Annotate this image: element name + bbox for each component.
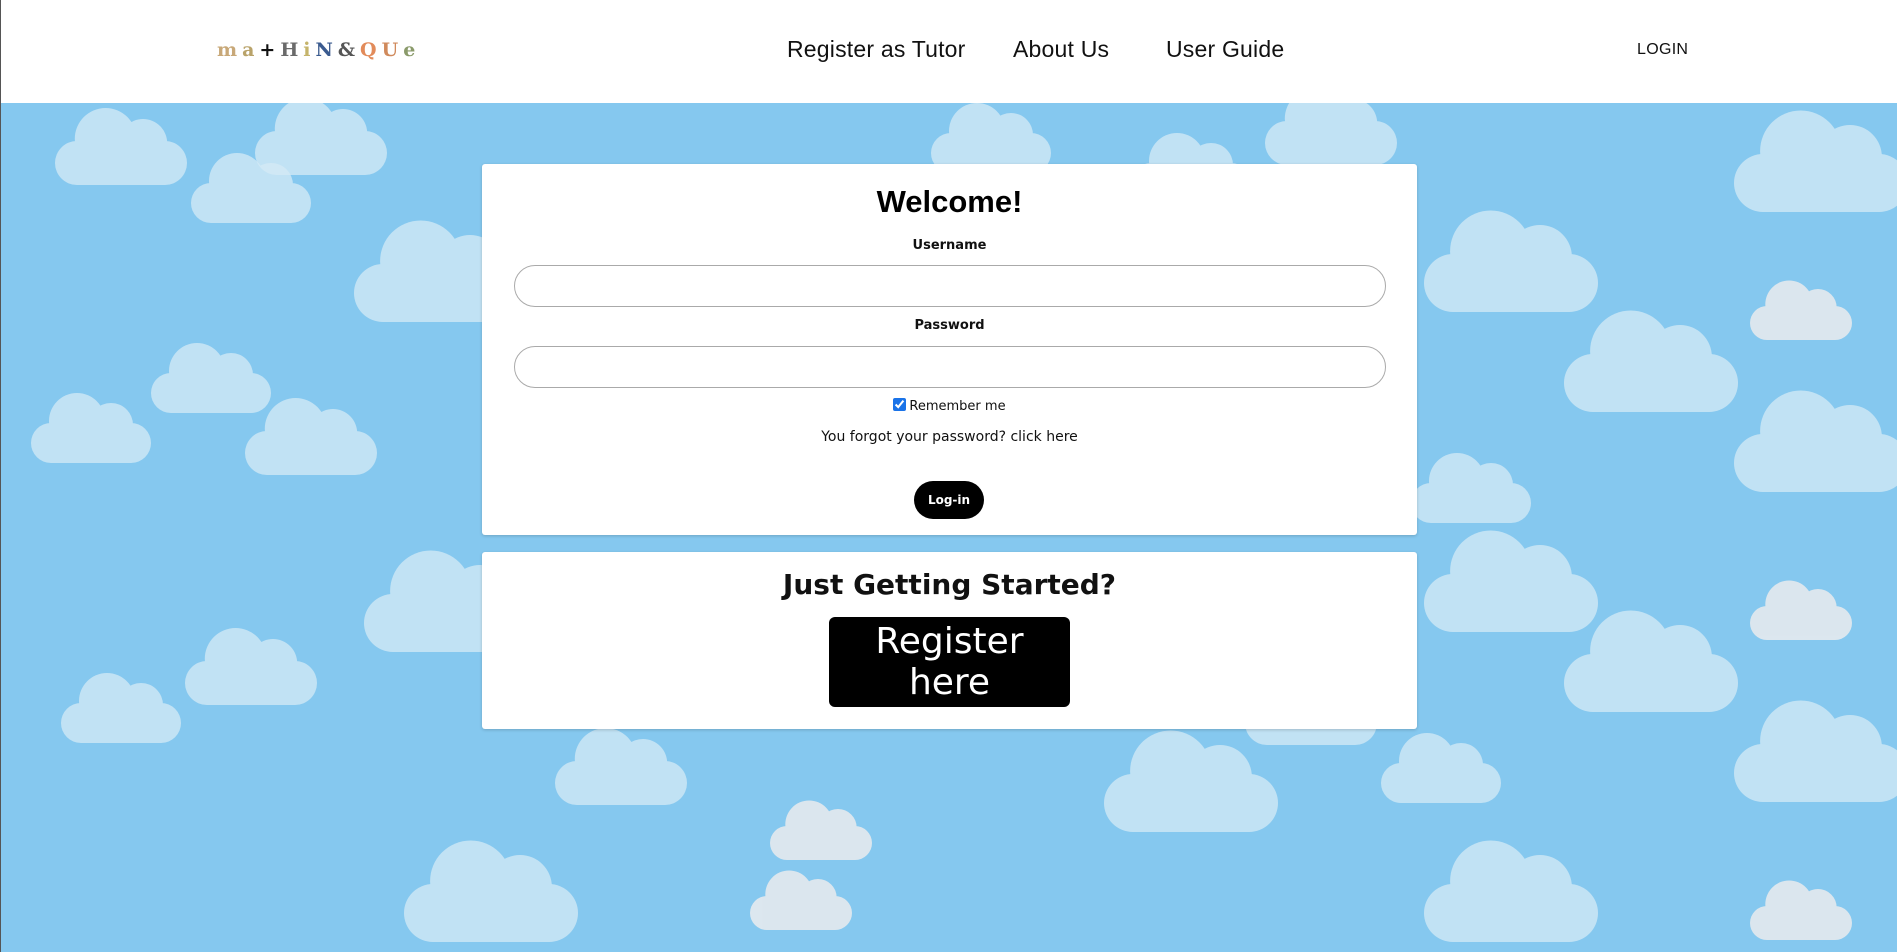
- cloud: [191, 153, 311, 223]
- site-header: m a + Hi N & Q Ue Register as Tutor About Us Us…: [0, 0, 1897, 103]
- remember-me-row: Remember me: [482, 398, 1417, 414]
- cloud: [1734, 390, 1897, 492]
- username-label: Username: [912, 238, 987, 253]
- welcome-heading: Welcome!: [876, 184, 1023, 219]
- nav-register-tutor[interactable]: Register as Tutor: [787, 36, 966, 63]
- cloud: [555, 728, 687, 805]
- register-button[interactable]: Register here: [829, 617, 1070, 707]
- remember-me-checkbox[interactable]: [893, 398, 907, 411]
- nav-user-guide[interactable]: User Guide: [1166, 36, 1284, 63]
- cloud: [185, 628, 317, 705]
- cloud: [61, 673, 181, 743]
- cloud: [1750, 880, 1852, 940]
- getting-started-heading: Just Getting Started?: [782, 568, 1117, 601]
- cloud: [245, 398, 377, 475]
- cloud: [1734, 700, 1897, 802]
- username-input[interactable]: [514, 265, 1386, 307]
- forgot-password-link[interactable]: You forgot your password? click here: [821, 429, 1078, 445]
- password-label: Password: [914, 318, 985, 333]
- remember-me-label[interactable]: Remember me: [909, 399, 1005, 414]
- nav-about-us[interactable]: About Us: [1013, 36, 1109, 63]
- main-nav: Register as Tutor About Us User Guide: [1, 36, 1897, 66]
- cloud: [750, 870, 852, 930]
- cloud: [1104, 730, 1278, 832]
- cloud: [55, 108, 187, 185]
- cloud: [1750, 280, 1852, 340]
- cloud: [1424, 840, 1598, 942]
- cloud: [1411, 453, 1531, 523]
- cloud: [1424, 530, 1598, 632]
- cloud: [404, 840, 578, 942]
- cloud: [1734, 110, 1897, 212]
- login-button[interactable]: Log-in: [914, 481, 984, 519]
- password-input[interactable]: [514, 346, 1386, 388]
- cloud: [151, 343, 271, 413]
- forgot-password-row: You forgot your password? click here: [482, 429, 1417, 445]
- cloud: [1424, 210, 1598, 312]
- cloud: [255, 103, 387, 175]
- cloud: [1564, 610, 1738, 712]
- login-card: Welcome! Username Password Remember me Y…: [482, 164, 1417, 535]
- cloud: [1265, 103, 1397, 165]
- cloud: [1564, 310, 1738, 412]
- login-link[interactable]: LOGIN: [1637, 41, 1688, 59]
- cloud: [770, 800, 872, 860]
- cloud: [1381, 733, 1501, 803]
- getting-started-card: Just Getting Started? Register here: [482, 552, 1417, 729]
- cloud: [31, 393, 151, 463]
- cloud: [1750, 580, 1852, 640]
